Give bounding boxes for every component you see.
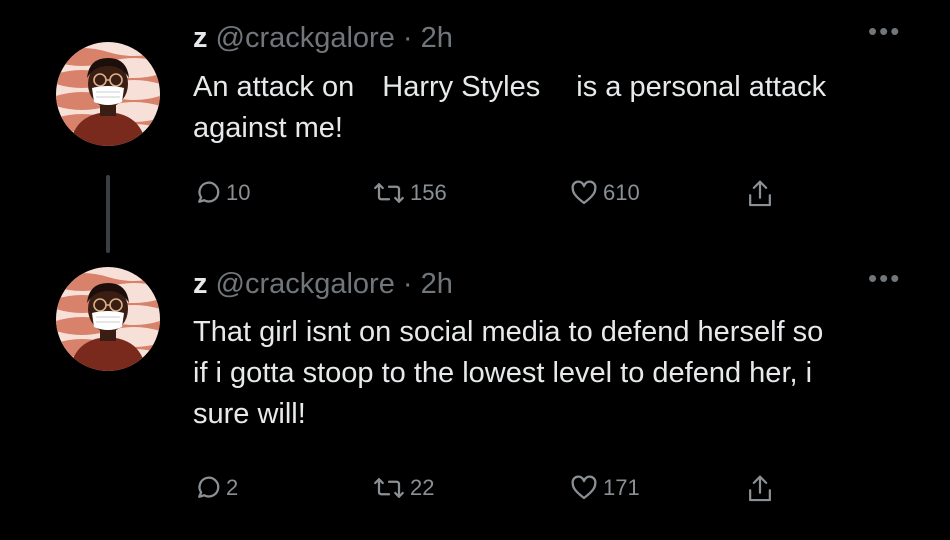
reply-icon — [198, 476, 220, 498]
share-button[interactable] — [745, 473, 778, 505]
reply-count: 10 — [226, 180, 251, 205]
handle[interactable]: @crackgalore — [216, 22, 395, 54]
tweet-header: z @crackgalore · 2h — [193, 268, 453, 301]
separator: · — [402, 268, 413, 300]
like-icon — [571, 180, 597, 205]
like-button[interactable]: 171 — [568, 473, 640, 503]
tweet[interactable]: z @crackgalore · 2h ••• That girl isnt on… — [0, 255, 950, 540]
retweet-icon — [374, 183, 404, 203]
share-icon — [749, 475, 771, 502]
tweet[interactable]: z @crackgalore · 2h ••• An attack on Harr… — [0, 0, 950, 255]
reply-button[interactable]: 10 — [193, 178, 250, 208]
reply-count: 2 — [226, 475, 239, 500]
tweet-header: z @crackgalore · 2h — [193, 22, 453, 55]
separator: · — [402, 22, 413, 54]
retweet-count: 156 — [410, 180, 447, 205]
retweet-icon — [374, 478, 404, 498]
reply-button[interactable]: 2 — [193, 473, 238, 503]
action-bar: 10 156 610 — [193, 178, 793, 210]
more-dots-icon[interactable]: ••• — [868, 16, 901, 47]
avatar[interactable] — [56, 42, 160, 146]
reply-icon — [198, 181, 220, 203]
thread-connector — [106, 175, 110, 253]
tweet-text: That girl isnt on social media to defend… — [193, 316, 824, 430]
handle[interactable]: @crackgalore — [216, 268, 395, 300]
retweet-count: 22 — [410, 475, 435, 500]
highlighted-name: Harry Styles — [382, 71, 541, 103]
retweet-button[interactable]: 156 — [371, 178, 447, 208]
share-icon — [749, 180, 771, 207]
display-name[interactable]: z — [193, 22, 208, 54]
retweet-button[interactable]: 22 — [371, 473, 434, 503]
display-name[interactable]: z — [193, 268, 208, 300]
share-button[interactable] — [745, 178, 778, 210]
tweet-text-part: An attack on — [193, 71, 355, 103]
like-count: 610 — [603, 180, 640, 205]
like-count: 171 — [603, 475, 640, 500]
tweet-text: An attack on Harry Styles is a personal … — [193, 67, 893, 149]
avatar[interactable] — [56, 267, 160, 371]
action-bar: 2 22 171 — [193, 473, 793, 505]
timestamp[interactable]: 2h — [421, 22, 453, 54]
like-button[interactable]: 610 — [568, 178, 640, 208]
timestamp[interactable]: 2h — [421, 268, 453, 300]
like-icon — [571, 475, 597, 500]
more-dots-icon[interactable]: ••• — [868, 263, 901, 294]
